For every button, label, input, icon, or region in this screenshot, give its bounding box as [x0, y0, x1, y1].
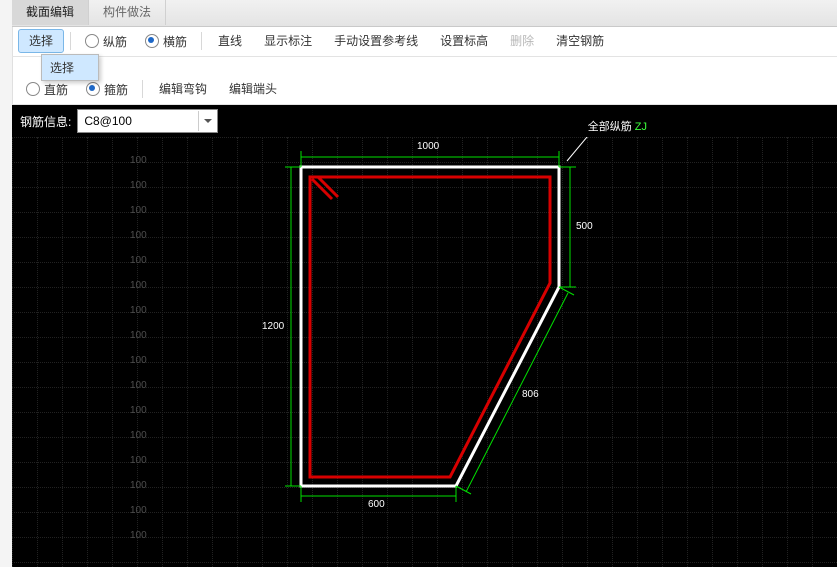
radio-longitudinal-label: 纵筋 [103, 33, 127, 50]
rebar-info-input[interactable] [78, 111, 198, 131]
set-ref-button[interactable]: 手动设置参考线 [324, 29, 428, 53]
radio-stirrup[interactable]: 箍筋 [78, 81, 136, 98]
rebar-info-combo[interactable] [77, 109, 218, 133]
select-dropdown-item[interactable]: 选择 [42, 55, 98, 80]
delete-button[interactable]: 删除 [500, 29, 544, 53]
rebar-info-bar: 钢筋信息: [12, 105, 837, 137]
select-button[interactable]: 选择 [18, 29, 64, 53]
rebar-info-label: 钢筋信息: [20, 113, 71, 130]
shape-layer [12, 137, 837, 567]
tab-strip: 截面编辑 构件做法 [12, 0, 837, 27]
drawing-canvas[interactable]: // placeholder; actual grid generated be… [12, 137, 837, 567]
dim-diag: 806 [522, 389, 539, 400]
tab-section-edit[interactable]: 截面编辑 [12, 0, 89, 25]
radio-transverse-label: 横筋 [163, 33, 187, 50]
toolbar-row-1: 选择 纵筋 横筋 直线 显示标注 手动设置参考线 设置标高 删除 清空钢筋 [12, 26, 837, 57]
dim-left: 1200 [262, 321, 284, 332]
select-dropdown: 选择 [41, 54, 99, 81]
toolbar-row-2: 直筋 箍筋 编辑弯钩 编辑端头 [12, 74, 837, 105]
set-elev-button[interactable]: 设置标高 [430, 29, 498, 53]
edit-end-button[interactable]: 编辑端头 [219, 77, 287, 101]
note-all-longitudinal: 全部纵筋 ZJ [588, 118, 647, 134]
radio-straight[interactable]: 直筋 [18, 81, 76, 98]
dim-top: 1000 [417, 141, 439, 152]
radio-transverse[interactable]: 横筋 [137, 33, 195, 50]
radio-stirrup-label: 箍筋 [104, 81, 128, 98]
chevron-down-icon[interactable] [198, 111, 217, 131]
tab-component-method[interactable]: 构件做法 [89, 0, 166, 25]
show-dim-button[interactable]: 显示标注 [254, 29, 322, 53]
clear-button[interactable]: 清空钢筋 [546, 29, 614, 53]
edit-hook-button[interactable]: 编辑弯钩 [149, 77, 217, 101]
radio-straight-label: 直筋 [44, 81, 68, 98]
dim-right: 500 [576, 221, 593, 232]
radio-longitudinal[interactable]: 纵筋 [77, 33, 135, 50]
dim-bottom: 600 [368, 499, 385, 510]
line-button[interactable]: 直线 [208, 29, 252, 53]
